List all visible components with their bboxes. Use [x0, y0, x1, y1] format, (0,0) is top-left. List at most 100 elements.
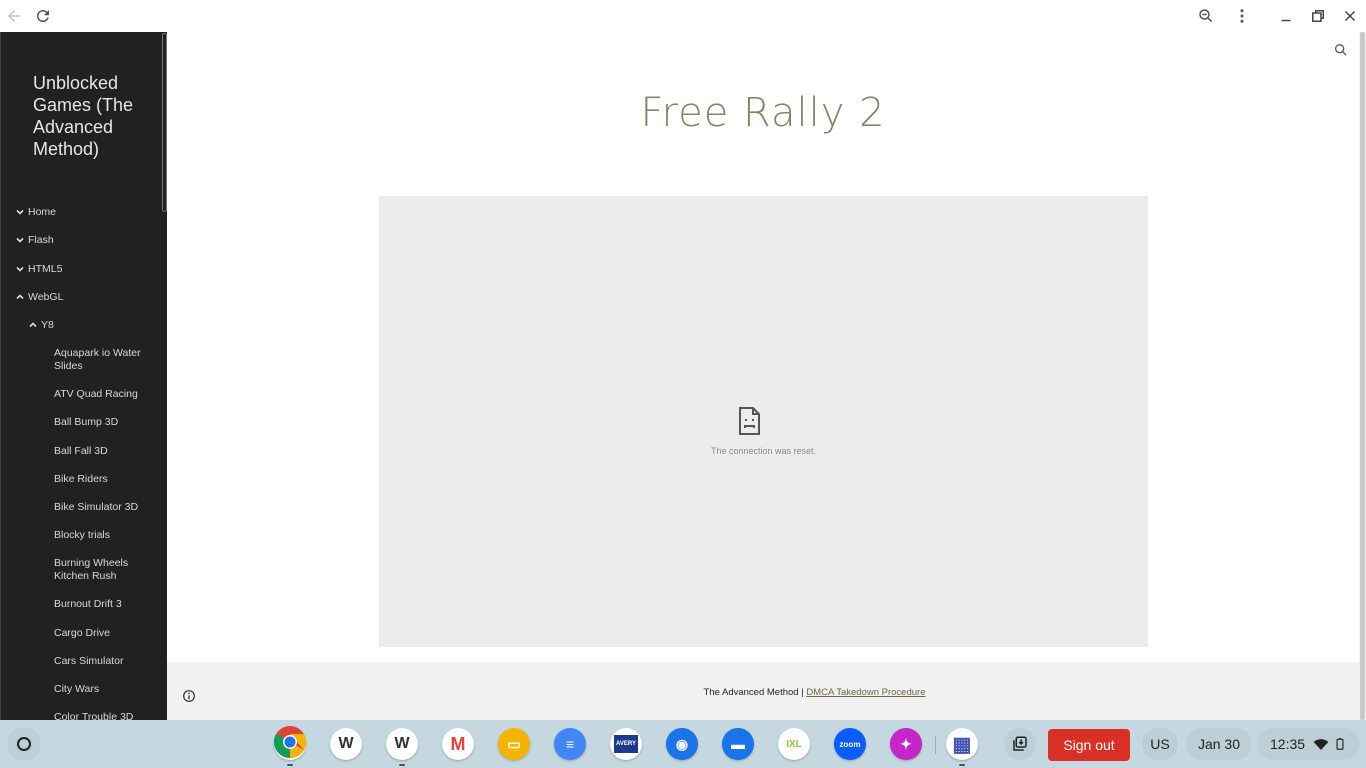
sidebar-item-home[interactable]: Home	[1, 206, 161, 234]
reload-button[interactable]	[31, 4, 55, 28]
shelf-app-weebly[interactable]: W	[386, 728, 418, 766]
zoom-button[interactable]	[1194, 4, 1218, 28]
camera-icon: ◉	[675, 735, 689, 752]
sidebar-item-y8[interactable]: Y8	[1, 319, 161, 347]
shelf-app-web-app[interactable]: ▦	[946, 728, 978, 766]
shelf-app-avery[interactable]: AVERY	[610, 728, 642, 760]
restore-icon	[1312, 10, 1324, 22]
sign-out-button[interactable]: Sign out	[1048, 729, 1130, 761]
weebly-icon: W	[338, 735, 354, 752]
shelf-app-weebly[interactable]: W	[330, 728, 362, 760]
minimize-icon	[1281, 19, 1291, 22]
sidebar: Unblocked Games (The Advanced Method) Ho…	[0, 32, 167, 720]
chevron-down-icon[interactable]	[15, 207, 25, 217]
game-embed[interactable]: The connection was reset.	[379, 196, 1148, 647]
files-icon: ▬	[731, 736, 745, 752]
more-vert-icon	[1240, 9, 1244, 23]
sidebar-item-label: Home	[28, 206, 57, 218]
shelf-app-zoom[interactable]: zoom	[834, 728, 866, 760]
slides-icon: ▭	[507, 735, 521, 752]
weebly-icon: W	[394, 735, 410, 752]
chevron-down-icon[interactable]	[15, 235, 25, 245]
date-button[interactable]: Jan 30	[1186, 728, 1252, 760]
screen-capture-icon	[1013, 736, 1027, 751]
sidebar-item-label: HTML5	[28, 262, 63, 275]
restore-button[interactable]	[1306, 4, 1330, 28]
sidebar-item-html5[interactable]: HTML5	[1, 263, 161, 291]
shelf-divider	[935, 736, 936, 754]
ime-button[interactable]: US	[1142, 728, 1178, 760]
sidebar-nav: Home Flash HTML5 WebGL Y8 Aquapark io Water S…	[1, 206, 161, 720]
page-title: Free Rally 2	[640, 90, 886, 136]
docs-icon: ≡	[565, 736, 575, 752]
chrome-icon	[273, 725, 307, 763]
sad-file-icon	[739, 407, 760, 435]
footer-text: The Advanced Method | DMCA Takedown Proc…	[167, 687, 1366, 698]
arrow-left-icon	[8, 10, 20, 22]
chevron-down-icon[interactable]	[15, 264, 25, 274]
clock: 12:35	[1270, 736, 1306, 752]
footer-site-name: The Advanced Method |	[703, 687, 807, 698]
shelf: W W M ▭ ≡ AVERY ◉ ▬ IXL zoom ✦ ▦ Sign out US Jan 30…	[0, 720, 1366, 768]
close-icon	[1344, 10, 1356, 22]
sidebar-item-label: WebGL	[28, 290, 64, 303]
sidebar-game-item[interactable]: Burnout Drift 3	[1, 598, 161, 626]
sidebar-game-item[interactable]: Ball Bump 3D	[1, 416, 161, 444]
embed-error-message: The connection was reset.	[710, 446, 817, 456]
avery-icon: AVERY	[613, 735, 638, 753]
search-icon[interactable]	[1333, 42, 1349, 58]
browser-toolbar	[0, 0, 1366, 32]
back-button[interactable]	[2, 4, 26, 28]
screen-capture-button[interactable]	[1004, 728, 1036, 760]
webapp-icon: ▦	[952, 733, 972, 756]
launcher-button[interactable]	[7, 727, 41, 761]
sidebar-game-item[interactable]: ATV Quad Racing	[1, 388, 161, 416]
shelf-app-chrome[interactable]	[273, 725, 307, 766]
dmca-link[interactable]: DMCA Takedown Procedure	[806, 687, 925, 698]
sidebar-item-label: Y8	[41, 319, 54, 332]
sidebar-game-item[interactable]: Bike Simulator 3D	[1, 501, 161, 529]
sidebar-item-webgl[interactable]: WebGL	[1, 291, 161, 319]
shelf-app-google-slides[interactable]: ▭	[498, 728, 530, 760]
menu-button[interactable]	[1230, 4, 1254, 28]
ixl-icon: IXL	[786, 738, 802, 750]
main-content: Free Rally 2 The connection was reset. T…	[167, 32, 1359, 720]
sidebar-item-flash[interactable]: Flash	[1, 234, 161, 262]
site-title[interactable]: Unblocked Games (The Advanced Method)	[33, 72, 153, 160]
shelf-app-google-docs[interactable]: ≡	[554, 728, 586, 760]
page-scrollbar[interactable]	[1359, 32, 1366, 720]
app-open-indicator	[959, 764, 965, 766]
sidebar-game-item[interactable]: Cargo Drive	[1, 627, 161, 655]
zoom-icon: zoom	[839, 739, 861, 749]
footer: The Advanced Method | DMCA Takedown Proc…	[167, 662, 1359, 720]
sidebar-game-item[interactable]: Aquapark io Water Slides	[1, 347, 161, 388]
sidebar-game-item[interactable]: Blocky trials	[1, 529, 161, 557]
shelf-app-canvas-notes[interactable]: ✦	[890, 728, 922, 760]
shelf-app-files[interactable]: ▬	[722, 728, 754, 760]
chevron-up-icon[interactable]	[28, 320, 38, 330]
sidebar-game-item[interactable]: Burning Wheels Kitchen Rush	[1, 557, 161, 598]
app-open-indicator	[287, 764, 293, 766]
sidebar-game-item[interactable]: Bike Riders	[1, 473, 161, 501]
zoom-out-icon	[1199, 9, 1213, 23]
chevron-up-icon[interactable]	[15, 292, 25, 302]
battery-icon	[1336, 738, 1344, 750]
sidebar-game-item[interactable]: City Wars	[1, 683, 161, 711]
gmail-icon: M	[450, 733, 466, 754]
sidebar-game-item[interactable]: Cars Simulator	[1, 655, 161, 683]
sidebar-item-label: Flash	[28, 234, 54, 247]
shelf-app-gmail[interactable]: M	[442, 728, 474, 760]
shelf-app-camera[interactable]: ◉	[666, 728, 698, 760]
reload-icon	[36, 10, 49, 23]
sidebar-game-item[interactable]: Color Trouble 3D	[1, 711, 161, 720]
shelf-app-ixl[interactable]: IXL	[778, 728, 810, 760]
app-open-indicator	[399, 764, 405, 766]
sparkle-icon: ✦	[900, 735, 912, 752]
close-button[interactable]	[1338, 4, 1362, 28]
minimize-button[interactable]	[1274, 4, 1298, 28]
launcher-icon	[17, 737, 31, 751]
status-tray[interactable]: 12:35	[1257, 728, 1360, 760]
wifi-icon	[1313, 739, 1329, 750]
sidebar-game-item[interactable]: Ball Fall 3D	[1, 445, 161, 473]
page-scrollbar-thumb[interactable]	[1360, 32, 1365, 720]
